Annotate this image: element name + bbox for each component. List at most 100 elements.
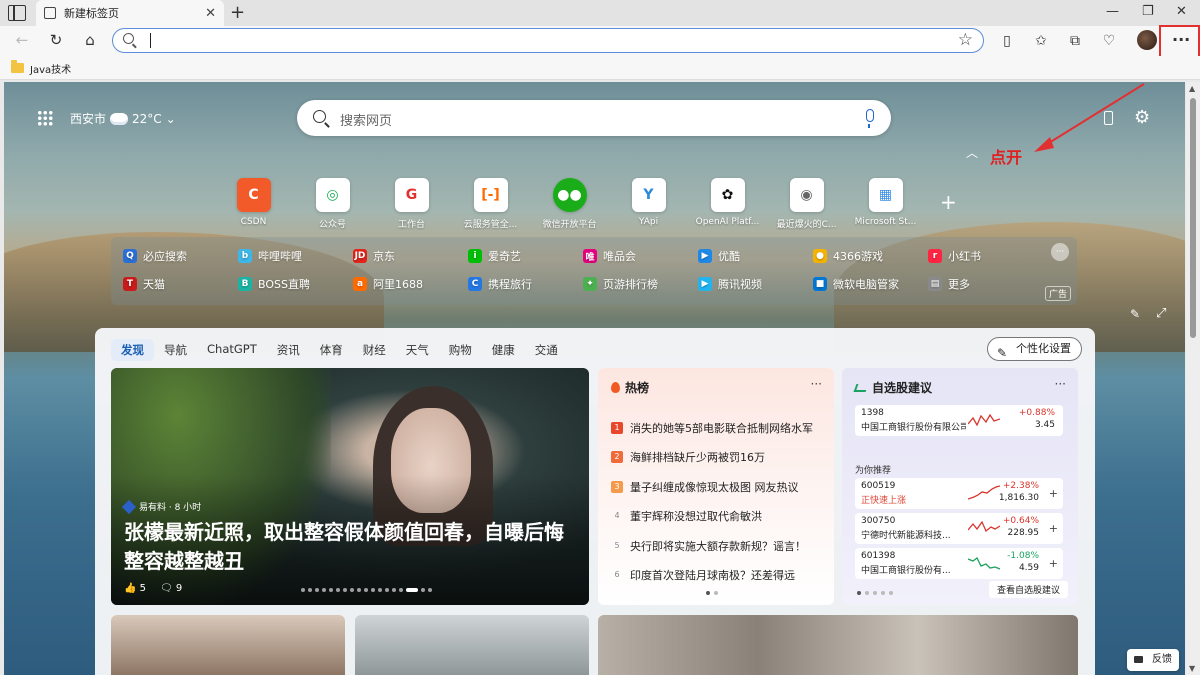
stock-row[interactable]: 300750 宁德时代新能源科技... +0.64% 228.95 + (855, 513, 1063, 544)
address-bar[interactable]: ☆ (112, 28, 984, 53)
tile-openai[interactable]: ✿ OpenAI Platf... (688, 178, 767, 230)
tile-workbench[interactable]: G 工作台 (372, 178, 451, 230)
tab-finance[interactable]: 财经 (353, 339, 396, 361)
quicklinks-options-icon[interactable]: ··· (1051, 243, 1069, 261)
tab-actions-icon[interactable] (8, 5, 26, 21)
stock-row[interactable]: 1398 中国工商银行股份有限公司 +0.88% 3.45 (855, 405, 1063, 436)
page-scrollbar[interactable]: ▲ ▼ (1186, 82, 1200, 675)
collections-icon[interactable]: ⧉ (1066, 32, 1084, 50)
quicklink[interactable]: ● 4366游戏 (813, 248, 928, 264)
home-icon[interactable]: ⌂ (80, 31, 100, 49)
list-item[interactable]: 5 央行即将实施大额存款新规？谣言！ (611, 531, 813, 561)
card-more-button[interactable]: ··· (811, 377, 822, 391)
microphone-icon[interactable] (866, 109, 874, 128)
minimize-icon[interactable]: — (1106, 4, 1119, 19)
new-tab-plus-icon[interactable]: + (230, 2, 245, 23)
tile-cloud-service[interactable]: [-] 云服务管全... (451, 178, 530, 230)
tab-navigation[interactable]: 导航 (154, 339, 197, 361)
stock-row[interactable]: 601398 中国工商银行股份有... -1.08% 4.59 + (855, 548, 1063, 579)
card-more-button[interactable]: ··· (1055, 377, 1066, 391)
window-close-icon[interactable]: ✕ (1176, 4, 1187, 19)
card-pager-dots[interactable] (706, 591, 718, 595)
article-thumbnail[interactable] (111, 615, 345, 675)
add-stock-plus-icon[interactable]: + (1049, 522, 1058, 535)
tab-traffic[interactable]: 交通 (525, 339, 568, 361)
list-item[interactable]: 6 印度首次登陆月球南极？还差得远 (611, 561, 813, 591)
favorite-star-icon[interactable]: ☆ (958, 30, 973, 50)
quicklink[interactable]: r 小红书 (928, 248, 1043, 264)
tab-discover[interactable]: 发现 (111, 339, 154, 361)
web-search-box[interactable]: 搜索网页 (297, 100, 891, 136)
quicklink[interactable]: 唯唯品会 (583, 248, 698, 264)
add-site-plus-icon[interactable]: + (940, 190, 957, 214)
tile-recent-hot[interactable]: ◉ 最近爆火的C... (767, 178, 846, 230)
scroll-down-arrow-icon[interactable]: ▼ (1189, 664, 1195, 673)
quicklink[interactable]: ▤ 更多 (928, 276, 1043, 292)
quicklink[interactable]: ✦ 页游排行榜 (583, 276, 698, 292)
bilibili-icon: b (238, 249, 252, 263)
tile-official-account[interactable]: ◎ 公众号 (293, 178, 372, 230)
tab-chatgpt[interactable]: ChatGPT (197, 339, 267, 361)
quicklink[interactable]: ▶ 优酷 (698, 248, 813, 264)
tab-new-tab[interactable]: 新建标签页 ✕ (36, 0, 224, 26)
tile-yapi[interactable]: Y YApi (609, 178, 688, 230)
article-reactions: 👍 5 🗨 9 (124, 583, 182, 594)
feedback-button[interactable]: 反馈 (1127, 649, 1179, 671)
quicklink[interactable]: T 天猫 (123, 276, 238, 292)
personalize-button[interactable]: ✎ 个性化设置 (987, 337, 1082, 361)
hero-article[interactable]: 易有料 · 8 小时 张檬最新近照，取出整容假体颜值回春，自曝后悔整容越整越丑 … (111, 368, 589, 605)
card-pager-dots[interactable] (857, 591, 893, 595)
scroll-thumb[interactable] (1190, 98, 1196, 338)
sparkline (968, 413, 1000, 427)
scroll-up-arrow-icon[interactable]: ▲ (1189, 84, 1195, 93)
edit-layout-icon[interactable]: ✎ (1130, 307, 1140, 321)
quicklink[interactable]: i 爱奇艺 (468, 248, 583, 264)
article-thumbnail[interactable] (598, 615, 1078, 675)
add-stock-plus-icon[interactable]: + (1049, 487, 1058, 500)
list-item[interactable]: 2 海鲜排档缺斤少两被罚16万 (611, 443, 813, 473)
quicklink[interactable]: B BOSS直聘 (238, 276, 353, 292)
weather-widget[interactable]: 西安市 22°C ⌄ (70, 107, 176, 127)
carousel-dots[interactable] (301, 588, 432, 592)
back-icon[interactable]: ← (12, 31, 32, 49)
stock-row[interactable]: 600519 正快速上涨 +2.38% 1,816.30 + (855, 478, 1063, 509)
comment-button[interactable]: 🗨 9 (160, 583, 182, 594)
chevron-up-icon[interactable]: ︿ (966, 144, 978, 161)
quicklink[interactable]: b 哔哩哔哩 (238, 248, 353, 264)
app-launcher-icon[interactable] (37, 110, 53, 126)
like-button[interactable]: 👍 5 (124, 583, 146, 594)
tile-wechat-open[interactable]: ●● 微信开放平台 (530, 178, 609, 230)
ctrip-icon: C (468, 277, 482, 291)
tab-sports[interactable]: 体育 (310, 339, 353, 361)
profile-avatar[interactable] (1137, 30, 1157, 50)
tab-weather[interactable]: 天气 (396, 339, 439, 361)
list-item[interactable]: 4 董宇辉称没想过取代俞敏洪 (611, 502, 813, 532)
quicklink[interactable]: JD 京东 (353, 248, 468, 264)
quicklink[interactable]: C 携程旅行 (468, 276, 583, 292)
restore-icon[interactable]: ❐ (1142, 4, 1154, 19)
tile-csdn[interactable]: C CSDN (214, 178, 293, 230)
quicklink[interactable]: ▶ 腾讯视频 (698, 276, 813, 292)
tab-health[interactable]: 健康 (482, 339, 525, 361)
browser-essentials-icon[interactable]: ♡ (1100, 32, 1118, 50)
article-thumbnail[interactable] (355, 615, 589, 675)
view-watchlist-button[interactable]: 查看自选股建议 (988, 581, 1068, 598)
webgame-icon: ✦ (583, 277, 597, 291)
tab-shopping[interactable]: 购物 (439, 339, 482, 361)
refresh-icon[interactable]: ↻ (46, 31, 66, 49)
quicklink[interactable]: a 阿里1688 (353, 276, 468, 292)
tab-news[interactable]: 资讯 (267, 339, 310, 361)
tab-close-icon[interactable]: ✕ (205, 6, 216, 21)
favorites-icon[interactable]: ✩ (1032, 32, 1050, 50)
quicklink[interactable]: ■ 微软电脑管家 (813, 276, 928, 292)
expand-icon[interactable]: ⤢ (1156, 306, 1166, 321)
list-item[interactable]: 1 消失的她等5部电影联合抵制网络水军 (611, 413, 813, 443)
split-screen-icon[interactable]: ▯ (998, 32, 1016, 50)
add-stock-plus-icon[interactable]: + (1049, 557, 1058, 570)
microsoft-store-icon: ▦ (868, 178, 903, 212)
openai-icon: ✿ (710, 178, 745, 212)
list-item[interactable]: 3 量子纠缠成像惊现太极图 网友热议 (611, 472, 813, 502)
bookmark-folder-java[interactable]: Java技术 (30, 61, 71, 76)
quicklink[interactable]: Q 必应搜索 (123, 248, 238, 264)
tile-microsoft-store[interactable]: ▦ Microsoft St... (846, 178, 925, 230)
